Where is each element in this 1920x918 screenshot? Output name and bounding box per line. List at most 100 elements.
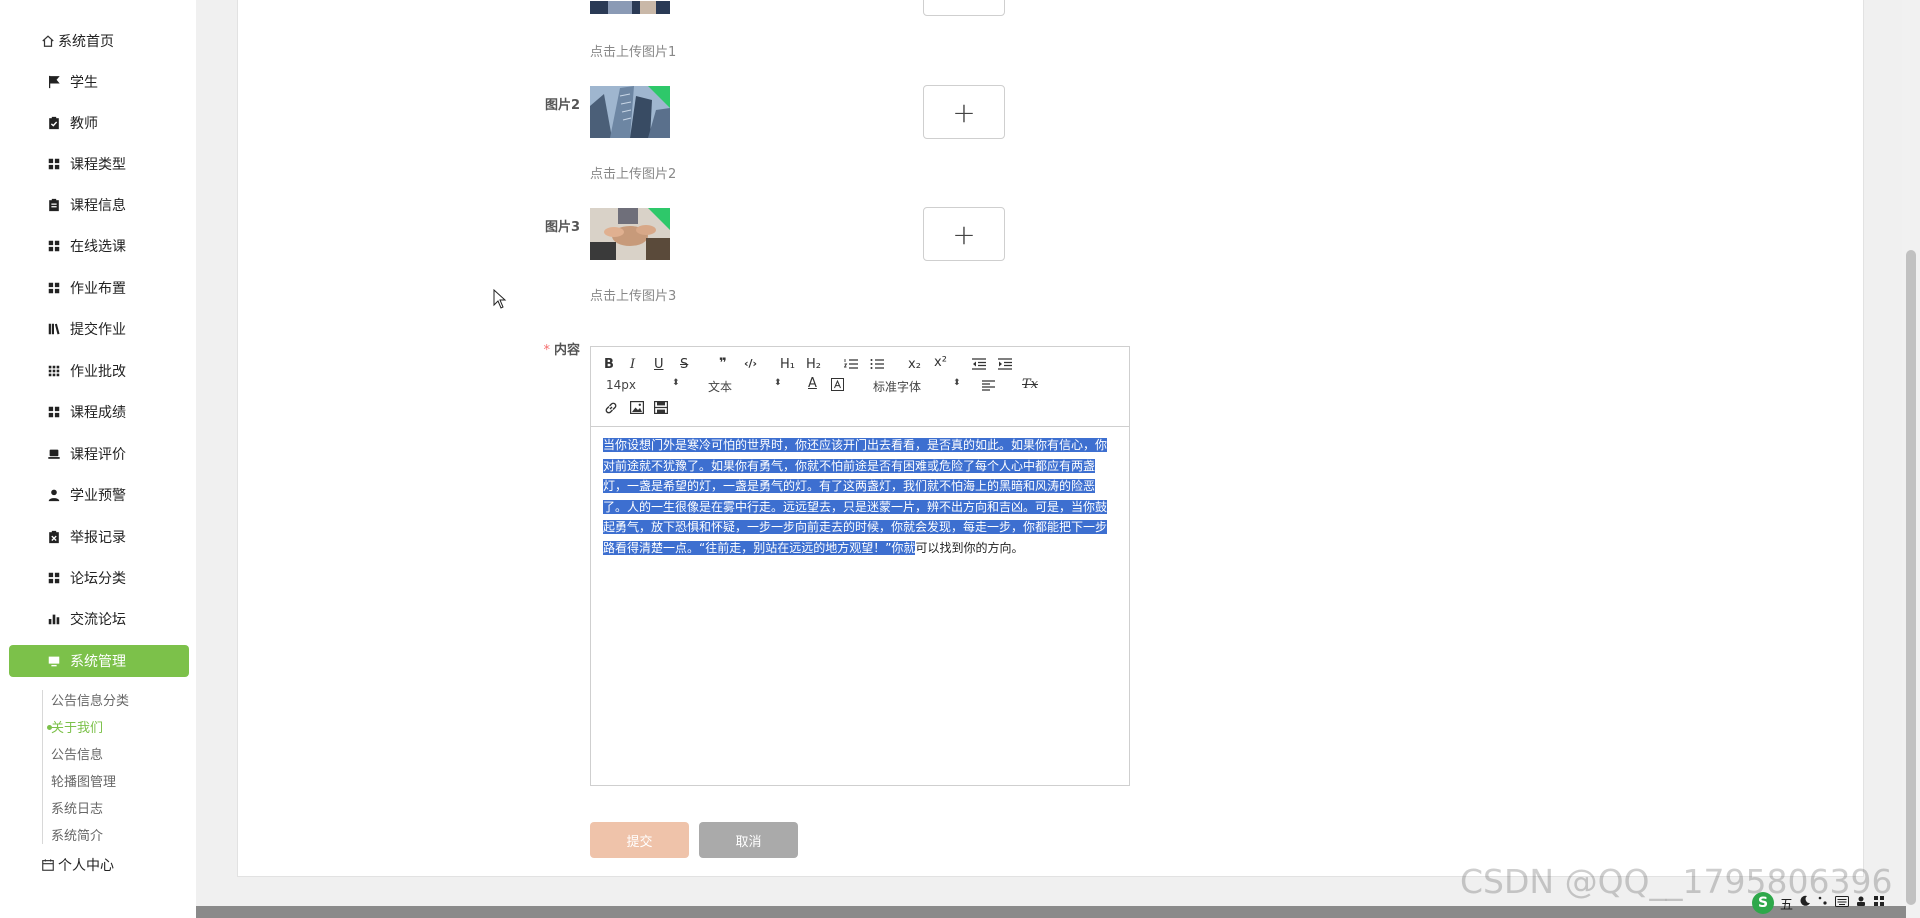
image2-thumbnail[interactable]	[590, 86, 670, 138]
superscript-button[interactable]: x²	[934, 355, 947, 370]
edit-corner-badge	[648, 86, 670, 108]
font-family-value: 标准字体	[873, 380, 922, 394]
horizontal-scrollbar[interactable]	[196, 906, 1906, 918]
image2-label: 图片2	[544, 98, 580, 113]
image1-upload-button[interactable]	[923, 0, 1005, 16]
text-style-value: 文本	[708, 380, 733, 394]
sidebar-item-label: 提交作业	[70, 322, 126, 338]
sidebar-item-system-management[interactable]: 系统管理	[9, 645, 189, 677]
sidebar-item-forum[interactable]: 交流论坛	[0, 602, 196, 636]
clear-format-button[interactable]: Tx	[1022, 377, 1038, 392]
indent-icon[interactable]	[998, 358, 1012, 374]
punctuation-icon[interactable]	[1817, 895, 1829, 911]
sidebar-item-course-review[interactable]: 课程评价	[0, 437, 196, 471]
image2-upload-button[interactable]: +	[923, 85, 1005, 139]
background-color-icon[interactable]	[831, 378, 844, 395]
sidebar-item-course-score[interactable]: 课程成绩	[0, 395, 196, 429]
align-left-icon[interactable]	[982, 380, 995, 395]
sidebar-item-label: 系统首页	[58, 34, 114, 50]
grid-icon	[46, 404, 62, 420]
sidebar-item-label: 个人中心	[58, 858, 114, 874]
header1-button[interactable]: H₁	[780, 357, 795, 372]
font-family-select[interactable]: 标准字体 ⬍	[873, 378, 963, 395]
clipboard-x-icon	[46, 529, 62, 545]
grid-icon	[46, 238, 62, 254]
submenu-item-system-log[interactable]: 系统日志	[51, 798, 103, 817]
sidebar-item-label: 教师	[70, 116, 98, 132]
code-block-button[interactable]: ‹/›	[744, 357, 757, 370]
sidebar-item-course-type[interactable]: 课程类型	[0, 147, 196, 181]
edit-corner-badge	[648, 208, 670, 230]
sidebar-item-personal-center[interactable]: 个人中心	[0, 848, 196, 882]
sidebar-item-homework-assign[interactable]: 作业布置	[0, 271, 196, 305]
sidebar-item-label: 在线选课	[70, 239, 126, 255]
underline-button[interactable]: U	[654, 357, 664, 372]
sidebar-item-label: 系统管理	[70, 654, 126, 670]
moon-icon[interactable]	[1799, 895, 1811, 911]
image3-upload-hint: 点击上传图片3	[590, 289, 677, 304]
font-color-button[interactable]: A	[808, 376, 817, 391]
sidebar-item-forum-category[interactable]: 论坛分类	[0, 561, 196, 595]
submenu-item-notice-category[interactable]: 公告信息分类	[51, 690, 129, 709]
editor-content[interactable]: 当你设想门外是寒冷可怕的世界时，你还应该开门出去看看，是否真的如此。如果你有信心…	[603, 435, 1113, 558]
rich-text-editor[interactable]: B I U S ❞ ‹/› H₁ H₂ x₂ x² 14px ⬍ 文本 ⬍ A	[590, 346, 1130, 786]
unselected-text: 可以找到你的方向。	[915, 540, 1024, 555]
strike-button[interactable]: S	[680, 357, 688, 372]
cancel-button[interactable]: 取消	[699, 822, 798, 858]
font-size-select[interactable]: 14px ⬍	[606, 378, 681, 392]
flag-icon	[46, 74, 62, 90]
submenu-item-about-us[interactable]: 关于我们	[47, 717, 104, 736]
bold-button[interactable]: B	[604, 357, 614, 372]
sidebar: 系统首页 学生 教师 课程类型 课程信息 在线选课 作业布置 提交作业 作业批改…	[0, 0, 196, 918]
sidebar-item-homework-submit[interactable]: 提交作业	[0, 312, 196, 346]
sidebar-item-label: 课程类型	[70, 157, 126, 173]
submenu-item-carousel[interactable]: 轮播图管理	[51, 771, 116, 790]
image3-thumbnail[interactable]	[590, 208, 670, 260]
sidebar-item-label: 交流论坛	[70, 612, 126, 628]
blockquote-button[interactable]: ❞	[719, 356, 727, 371]
image-insert-icon[interactable]	[630, 401, 645, 418]
keyboard-icon[interactable]	[1835, 895, 1850, 911]
sidebar-item-home[interactable]: 系统首页	[0, 24, 196, 58]
mouse-cursor-icon	[493, 288, 507, 313]
grid-icon	[46, 280, 62, 296]
sidebar-item-label: 课程成绩	[70, 405, 126, 421]
video-insert-icon[interactable]	[654, 401, 669, 418]
clipboard-check-icon	[46, 115, 62, 131]
apps-icon	[46, 363, 62, 379]
image3-upload-button[interactable]: +	[923, 207, 1005, 261]
sidebar-item-label: 作业批改	[70, 364, 126, 380]
grid-icon	[46, 570, 62, 586]
outdent-icon[interactable]	[972, 358, 986, 374]
sogou-logo-icon[interactable]: S	[1752, 892, 1774, 914]
select-arrows-icon: ⬍	[672, 378, 680, 388]
ime-mode-label[interactable]: 五	[1780, 894, 1793, 913]
link-icon[interactable]	[604, 401, 618, 419]
header2-button[interactable]: H₂	[806, 357, 821, 372]
image1-upload-hint: 点击上传图片1	[590, 45, 677, 60]
submenu-item-label: 关于我们	[51, 721, 104, 736]
ordered-list-icon[interactable]	[843, 358, 858, 374]
bar-chart-icon	[46, 611, 62, 627]
toolbox-icon[interactable]	[1873, 895, 1885, 911]
image1-thumbnail[interactable]	[590, 0, 670, 14]
skin-icon[interactable]	[1855, 895, 1867, 911]
sidebar-item-homework-grade[interactable]: 作业批改	[0, 354, 196, 388]
submit-button[interactable]: 提交	[590, 822, 689, 858]
italic-button[interactable]: I	[630, 357, 635, 372]
sidebar-item-teacher[interactable]: 教师	[0, 106, 196, 140]
calendar-icon	[40, 857, 56, 873]
sidebar-item-label: 举报记录	[70, 530, 126, 546]
sidebar-item-student[interactable]: 学生	[0, 65, 196, 99]
sidebar-item-report-records[interactable]: 举报记录	[0, 520, 196, 554]
scrollbar-thumb[interactable]	[1906, 250, 1916, 905]
submenu-item-system-intro[interactable]: 系统简介	[51, 825, 103, 844]
sidebar-item-academic-warning[interactable]: 学业预警	[0, 478, 196, 512]
submenu-item-notice[interactable]: 公告信息	[51, 744, 103, 763]
subscript-button[interactable]: x₂	[908, 357, 921, 372]
sidebar-item-course-select[interactable]: 在线选课	[0, 229, 196, 263]
sidebar-item-course-info[interactable]: 课程信息	[0, 188, 196, 222]
text-style-select[interactable]: 文本 ⬍	[708, 378, 783, 395]
library-icon	[46, 321, 62, 337]
bullet-list-icon[interactable]	[870, 358, 884, 374]
